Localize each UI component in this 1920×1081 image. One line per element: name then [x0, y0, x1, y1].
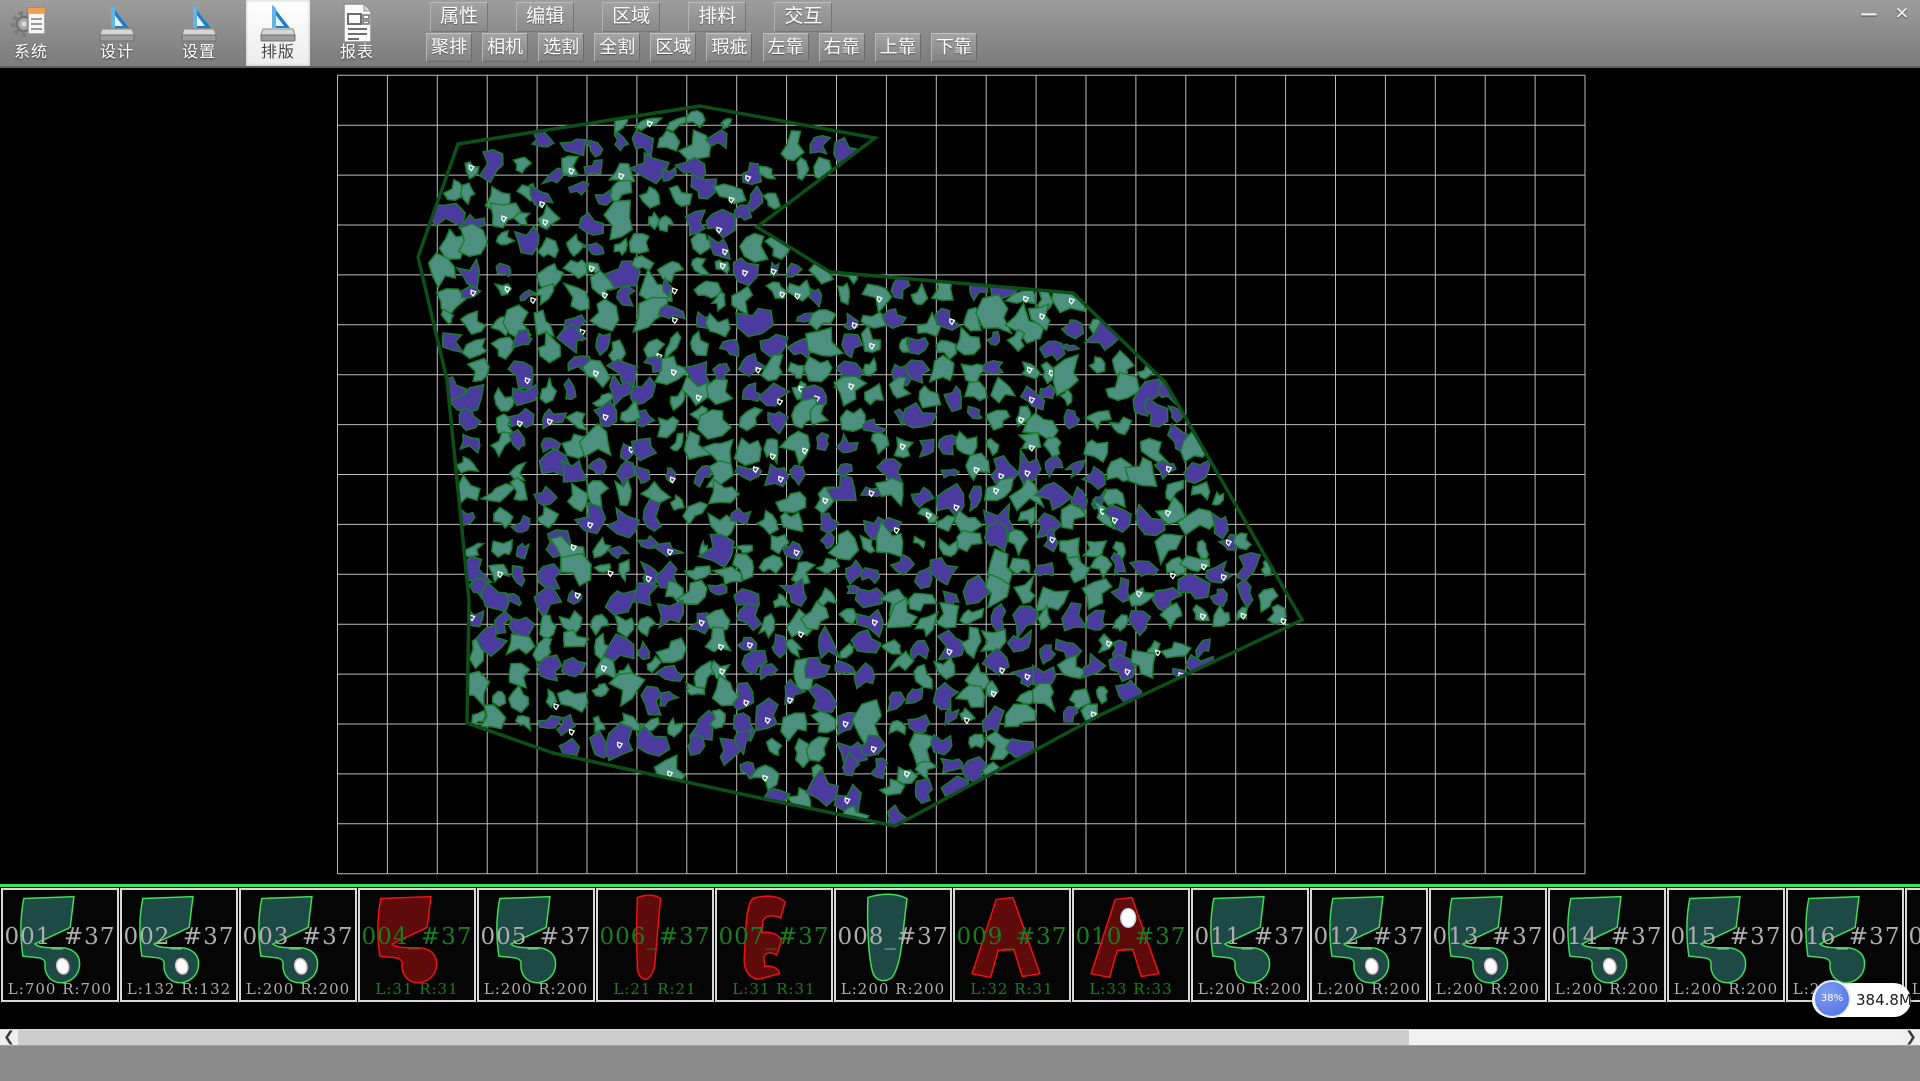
set-square-icon	[97, 2, 137, 44]
scroll-right-arrow-icon[interactable]: ❯	[1902, 1030, 1920, 1046]
main-button-设计[interactable]: 设计	[90, 0, 144, 66]
part-title: 004_#37	[360, 924, 474, 950]
tool-button-上靠[interactable]: 上靠	[875, 33, 921, 62]
minimize-button[interactable]: —	[1855, 2, 1883, 26]
part-title: 010_#37	[1074, 924, 1188, 950]
part-thumbnail-006_#37[interactable]: 006_#37 L:21 R:21	[596, 888, 714, 1002]
part-title: 012_#37	[1312, 924, 1426, 950]
status-bar	[0, 1045, 1920, 1081]
part-title: 013_#37	[1431, 924, 1545, 950]
close-button[interactable]: ✕	[1888, 2, 1916, 26]
part-thumbnail-011_#37[interactable]: 011_#37 L:200 R:200	[1191, 888, 1309, 1002]
part-lr-label: L:132 R:132	[122, 980, 236, 998]
scrollbar-thumb[interactable]	[18, 1030, 1409, 1046]
menu-tab-bar: 属性 编辑 区域 排料 交互	[430, 2, 855, 32]
part-thumbnail-005_#37[interactable]: 005_#37 L:200 R:200	[477, 888, 595, 1002]
tool-button-下靠[interactable]: 下靠	[931, 33, 977, 62]
part-title: 007_#37	[717, 924, 831, 950]
set-square-icon	[258, 2, 298, 44]
part-thumbnail-007_#37[interactable]: 007_#37 L:31 R:31	[715, 888, 833, 1002]
part-thumbnail-002_#37[interactable]: 002_#37 L:132 R:132	[120, 888, 238, 1002]
report-doc-icon	[337, 2, 377, 44]
part-title: 016_#37	[1788, 924, 1902, 950]
part-lr-label: L:200 R:200	[1669, 980, 1783, 998]
part-title: 001_#37	[3, 924, 117, 950]
parts-strip: 001_#37 L:700 R:700 002_#37 L:132 R:132 …	[0, 884, 1920, 1003]
tool-button-选割[interactable]: 选割	[538, 33, 584, 62]
part-title: 014_#37	[1550, 924, 1664, 950]
main-button-label: 系统	[2, 44, 60, 62]
part-lr-label: L:31 R:31	[717, 980, 831, 998]
scroll-left-arrow-icon[interactable]: ❮	[0, 1030, 18, 1046]
tool-button-左靠[interactable]: 左靠	[763, 33, 809, 62]
part-lr-label: L:33 R:33	[1074, 980, 1188, 998]
part-lr-label: L:200 R:200	[1312, 980, 1426, 998]
part-lr-label: L:31 R:31	[360, 980, 474, 998]
tool-button-全割[interactable]: 全割	[594, 33, 640, 62]
main-button-系统[interactable]: 系统	[2, 0, 60, 66]
memory-usage-label: 384.8M	[1856, 983, 1912, 1017]
main-button-label: 设置	[172, 44, 226, 62]
part-title: 005_#37	[479, 924, 593, 950]
menu-tab-区域[interactable]: 区域	[602, 2, 660, 32]
part-thumbnail-012_#37[interactable]: 012_#37 L:200 R:200	[1310, 888, 1428, 1002]
menu-tab-属性[interactable]: 属性	[430, 2, 488, 32]
horizontal-scrollbar: ❮ ❯	[0, 1029, 1920, 1046]
tool-button-bar: 聚排 相机 选割 全割 区域 瑕疵 左靠 右靠 上靠 下靠	[426, 33, 982, 62]
part-lr-label: L:700 R:700	[3, 980, 117, 998]
tool-button-瑕疵[interactable]: 瑕疵	[706, 33, 752, 62]
tool-button-区域[interactable]: 区域	[650, 33, 696, 62]
gear-system-icon	[11, 2, 51, 44]
part-lr-label: L:200 R:200	[241, 980, 355, 998]
menu-tab-编辑[interactable]: 编辑	[516, 2, 574, 32]
part-title: 011_#37	[1193, 924, 1307, 950]
main-button-排版[interactable]: 排版	[246, 0, 310, 66]
main-button-label: 报表	[328, 44, 386, 62]
part-lr-label: L:200 R:200	[1431, 980, 1545, 998]
part-lr-label: L:32 R:31	[955, 980, 1069, 998]
part-title: 003_#37	[241, 924, 355, 950]
part-title: 009_#37	[955, 924, 1069, 950]
part-title: 002_#37	[122, 924, 236, 950]
menu-tab-排料[interactable]: 排料	[688, 2, 746, 32]
tool-button-相机[interactable]: 相机	[482, 33, 528, 62]
main-toolbar: 系统 设计 设置 排版	[0, 0, 1920, 68]
usage-percent-badge: 38%	[1813, 980, 1851, 1018]
nesting-canvas[interactable]	[0, 0, 1920, 884]
part-thumbnail-013_#37[interactable]: 013_#37 L:200 R:200	[1429, 888, 1547, 1002]
part-thumbnail-009_#37[interactable]: 009_#37 L:32 R:31	[953, 888, 1071, 1002]
part-thumbnail-008_#37[interactable]: 008_#37 L:200 R:200	[834, 888, 952, 1002]
main-button-label: 排版	[246, 44, 310, 62]
tool-button-右靠[interactable]: 右靠	[819, 33, 865, 62]
tool-button-聚排[interactable]: 聚排	[426, 33, 472, 62]
window-controls: — ✕	[1855, 2, 1916, 26]
part-title: 017_#37	[1907, 924, 1920, 950]
part-thumbnail-004_#37[interactable]: 004_#37 L:31 R:31	[358, 888, 476, 1002]
part-title: 006_#37	[598, 924, 712, 950]
main-button-label: 设计	[90, 44, 144, 62]
part-lr-label: L:200 R:200	[1550, 980, 1664, 998]
set-square-icon	[179, 2, 219, 44]
part-lr-label: L:200 R:200	[479, 980, 593, 998]
part-thumbnail-015_#37[interactable]: 015_#37 L:200 R:200	[1667, 888, 1785, 1002]
menu-tab-交互[interactable]: 交互	[774, 2, 832, 32]
main-button-设置[interactable]: 设置	[172, 0, 226, 66]
main-button-报表[interactable]: 报表	[328, 0, 386, 66]
part-thumbnail-001_#37[interactable]: 001_#37 L:700 R:700	[1, 888, 119, 1002]
part-lr-label: L:21 R:21	[598, 980, 712, 998]
usage-badge: 38% 384.8M	[1812, 983, 1911, 1017]
part-lr-label: L:200 R:200	[1193, 980, 1307, 998]
part-thumbnail-003_#37[interactable]: 003_#37 L:200 R:200	[239, 888, 357, 1002]
part-thumbnail-014_#37[interactable]: 014_#37 L:200 R:200	[1548, 888, 1666, 1002]
part-thumbnail-010_#37[interactable]: 010_#37 L:33 R:33	[1072, 888, 1190, 1002]
part-lr-label: L:200 R:200	[836, 980, 950, 998]
part-title: 008_#37	[836, 924, 950, 950]
part-title: 015_#37	[1669, 924, 1783, 950]
